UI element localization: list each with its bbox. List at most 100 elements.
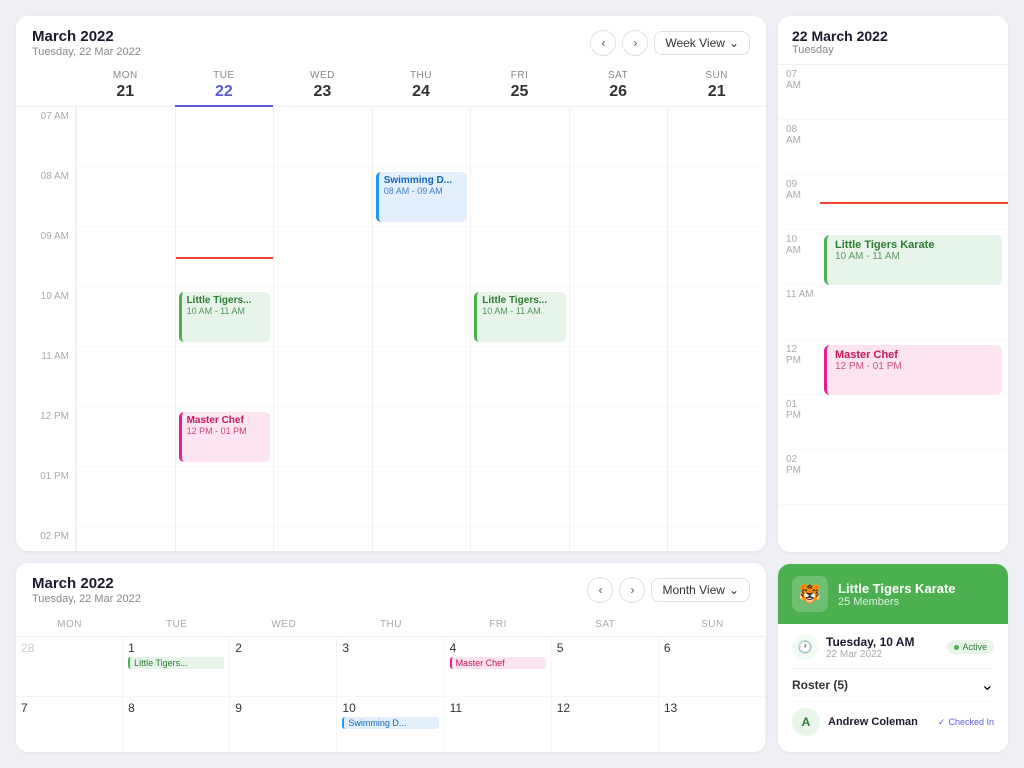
- month-cell-1-4[interactable]: 11: [445, 697, 552, 752]
- week-cell-3-1[interactable]: Little Tigers...10 AM - 11 AM: [175, 287, 274, 347]
- week-cell-3-5[interactable]: [569, 287, 668, 347]
- month-cell-1-3[interactable]: 10Swimming D...: [337, 697, 444, 752]
- week-cell-3-4[interactable]: Little Tigers...10 AM - 11 AM: [470, 287, 569, 347]
- week-cell-3-2[interactable]: [273, 287, 372, 347]
- week-cell-0-3[interactable]: [372, 107, 471, 167]
- week-cell-4-6[interactable]: [667, 347, 766, 407]
- month-event-Little-Tigers...[interactable]: Little Tigers...: [128, 657, 224, 669]
- month-cell-0-2[interactable]: 2: [230, 637, 337, 697]
- week-cell-4-5[interactable]: [569, 347, 668, 407]
- week-cell-6-6[interactable]: [667, 467, 766, 527]
- month-cell-0-6[interactable]: 6: [659, 637, 766, 697]
- month-cell-0-3[interactable]: 3: [337, 637, 444, 697]
- week-time-2: 09 AM: [16, 227, 76, 287]
- week-event-Little-Tigers...[interactable]: Little Tigers...10 AM - 11 AM: [179, 292, 271, 342]
- week-cell-2-6[interactable]: [667, 227, 766, 287]
- week-cell-4-0[interactable]: [76, 347, 175, 407]
- week-cell-7-3[interactable]: [372, 527, 471, 551]
- week-cell-5-5[interactable]: [569, 407, 668, 467]
- ev-time: 10 AM - 11 AM: [187, 306, 266, 316]
- week-cell-5-1[interactable]: Master Chef12 PM - 01 PM: [175, 407, 274, 467]
- week-cell-1-1[interactable]: [175, 167, 274, 227]
- week-cell-7-1[interactable]: [175, 527, 274, 551]
- week-cell-7-0[interactable]: [76, 527, 175, 551]
- week-cell-0-6[interactable]: [667, 107, 766, 167]
- week-cell-1-5[interactable]: [569, 167, 668, 227]
- week-cell-7-6[interactable]: [667, 527, 766, 551]
- week-cell-2-2[interactable]: [273, 227, 372, 287]
- week-cell-6-2[interactable]: [273, 467, 372, 527]
- week-cell-5-3[interactable]: [372, 407, 471, 467]
- month-cell-0-1[interactable]: 1Little Tigers...: [123, 637, 230, 697]
- month-prev-button[interactable]: ‹: [587, 577, 613, 603]
- week-cell-0-4[interactable]: [470, 107, 569, 167]
- month-view-toggle[interactable]: Month View ⌄: [651, 578, 750, 602]
- dev-title: Little Tigers Karate: [835, 239, 994, 251]
- day-time-content-0: [820, 65, 1008, 119]
- week-cell-1-0[interactable]: [76, 167, 175, 227]
- week-cell-4-2[interactable]: [273, 347, 372, 407]
- month-cell-1-5[interactable]: 12: [552, 697, 659, 752]
- week-cell-3-6[interactable]: [667, 287, 766, 347]
- week-cell-7-2[interactable]: [273, 527, 372, 551]
- week-cell-6-5[interactable]: [569, 467, 668, 527]
- month-event-Swimming-D...[interactable]: Swimming D...: [342, 717, 438, 729]
- roster-header[interactable]: Roster (5) ⌄: [792, 668, 994, 701]
- week-cell-2-5[interactable]: [569, 227, 668, 287]
- month-cell-1-1[interactable]: 8: [123, 697, 230, 752]
- week-cell-5-0[interactable]: [76, 407, 175, 467]
- day-time-label-2: 09 AM: [778, 175, 820, 201]
- week-cell-2-3[interactable]: [372, 227, 471, 287]
- week-cell-1-6[interactable]: [667, 167, 766, 227]
- day-event-Master-Chef[interactable]: Master Chef12 PM - 01 PM: [824, 345, 1002, 395]
- week-cell-7-5[interactable]: [569, 527, 668, 551]
- month-cell-1-0[interactable]: 7: [16, 697, 123, 752]
- week-prev-button[interactable]: ‹: [590, 30, 616, 56]
- week-cell-3-0[interactable]: [76, 287, 175, 347]
- month-cell-0-5[interactable]: 5: [552, 637, 659, 697]
- month-cell-1-2[interactable]: 9: [230, 697, 337, 752]
- week-cell-2-1[interactable]: [175, 227, 274, 287]
- week-day-header-1: TUE 22: [175, 66, 274, 107]
- month-cell-1-6[interactable]: 13: [659, 697, 766, 752]
- activity-info: Little Tigers Karate 25 Members: [838, 581, 956, 608]
- week-cell-5-6[interactable]: [667, 407, 766, 467]
- week-next-button[interactable]: ›: [622, 30, 648, 56]
- ev-title: Master Chef: [187, 415, 266, 426]
- week-cell-0-0[interactable]: [76, 107, 175, 167]
- week-view-toggle[interactable]: Week View ⌄: [654, 31, 750, 55]
- week-time-7: 02 PM: [16, 527, 76, 551]
- week-cell-4-3[interactable]: [372, 347, 471, 407]
- week-event-Little-Tigers...[interactable]: Little Tigers...10 AM - 11 AM: [474, 292, 566, 342]
- week-cell-0-5[interactable]: [569, 107, 668, 167]
- week-cell-4-1[interactable]: [175, 347, 274, 407]
- current-time-line: [176, 257, 274, 259]
- month-event-Master-Chef[interactable]: Master Chef: [450, 657, 546, 669]
- week-cell-0-1[interactable]: [175, 107, 274, 167]
- month-cell-0-0[interactable]: 28: [16, 637, 123, 697]
- day-event-Little-Tigers-Karate[interactable]: Little Tigers Karate10 AM - 11 AM: [824, 235, 1002, 285]
- week-cell-0-2[interactable]: [273, 107, 372, 167]
- month-next-button[interactable]: ›: [619, 577, 645, 603]
- session-info: Tuesday, 10 AM 22 Mar 2022: [826, 635, 939, 660]
- week-event-Master-Chef[interactable]: Master Chef12 PM - 01 PM: [179, 412, 271, 462]
- week-cell-6-1[interactable]: [175, 467, 274, 527]
- week-day-num-3: 24: [374, 83, 469, 101]
- week-cell-1-2[interactable]: [273, 167, 372, 227]
- week-cell-6-0[interactable]: [76, 467, 175, 527]
- week-cell-5-2[interactable]: [273, 407, 372, 467]
- week-cell-2-0[interactable]: [76, 227, 175, 287]
- week-cell-4-4[interactable]: [470, 347, 569, 407]
- week-cell-7-4[interactable]: [470, 527, 569, 551]
- week-event-Swimming-D...[interactable]: Swimming D...08 AM - 09 AM: [376, 172, 468, 222]
- month-date-num: 9: [235, 701, 331, 715]
- week-cell-2-4[interactable]: [470, 227, 569, 287]
- month-cell-0-4[interactable]: 4Master Chef: [445, 637, 552, 697]
- week-day-name-3: THU: [374, 70, 469, 81]
- week-cell-3-3[interactable]: [372, 287, 471, 347]
- week-cell-1-4[interactable]: [470, 167, 569, 227]
- week-cell-1-3[interactable]: Swimming D...08 AM - 09 AM: [372, 167, 471, 227]
- week-cell-5-4[interactable]: [470, 407, 569, 467]
- week-cell-6-3[interactable]: [372, 467, 471, 527]
- week-cell-6-4[interactable]: [470, 467, 569, 527]
